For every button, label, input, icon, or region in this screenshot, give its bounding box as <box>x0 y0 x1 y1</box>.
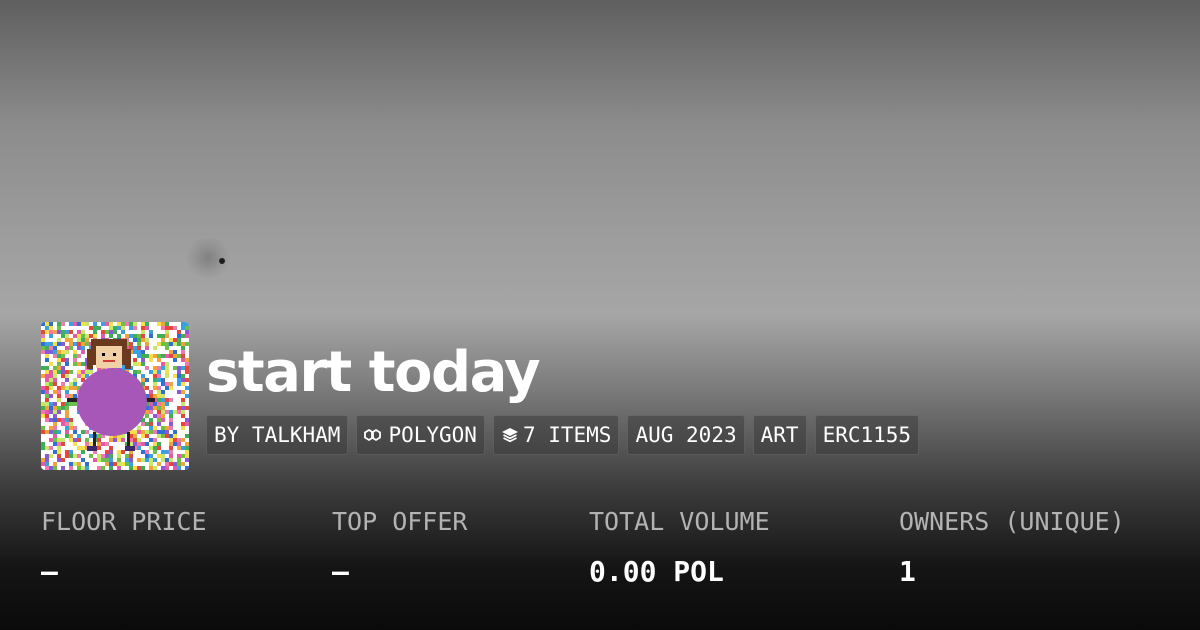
items-label: 7 ITEMS <box>522 423 612 447</box>
stat-label: OWNERS (UNIQUE) <box>899 507 1125 536</box>
collection-title: start today <box>206 340 541 405</box>
stat-top-offer: TOP OFFER – <box>332 505 467 589</box>
category-chip[interactable]: ART <box>752 415 807 455</box>
stat-label: FLOOR PRICE <box>41 507 207 536</box>
polygon-icon <box>364 427 384 443</box>
layers-icon <box>501 427 519 443</box>
collection-tags: BY TALKHAM POLYGON 7 ITEMS AUG 2023 ART … <box>206 415 920 455</box>
stat-label: TOP OFFER <box>332 507 468 536</box>
stat-value: – <box>41 555 58 588</box>
category-label: ART <box>760 423 799 447</box>
items-chip[interactable]: 7 ITEMS <box>492 415 620 455</box>
creator-label: BY TALKHAM <box>214 423 341 447</box>
chain-chip[interactable]: POLYGON <box>356 415 485 455</box>
chain-label: POLYGON <box>388 423 477 447</box>
date-label: AUG 2023 <box>635 423 737 447</box>
stat-label: TOTAL VOLUME <box>589 507 770 536</box>
stat-total-volume: TOTAL VOLUME 0.00 POL <box>589 505 770 589</box>
banner-dot <box>219 258 225 264</box>
stat-value: 1 <box>899 555 916 588</box>
creator-chip[interactable]: BY TALKHAM <box>206 415 349 455</box>
date-chip: AUG 2023 <box>627 415 745 455</box>
stat-floor-price: FLOOR PRICE – <box>41 505 207 589</box>
stat-value: 0.00 POL <box>589 555 724 588</box>
stat-owners: OWNERS (UNIQUE) 1 <box>899 505 1125 589</box>
standard-label: ERC1155 <box>822 423 912 447</box>
collection-avatar <box>41 322 189 470</box>
standard-chip: ERC1155 <box>814 415 920 455</box>
stat-value: – <box>332 555 349 588</box>
